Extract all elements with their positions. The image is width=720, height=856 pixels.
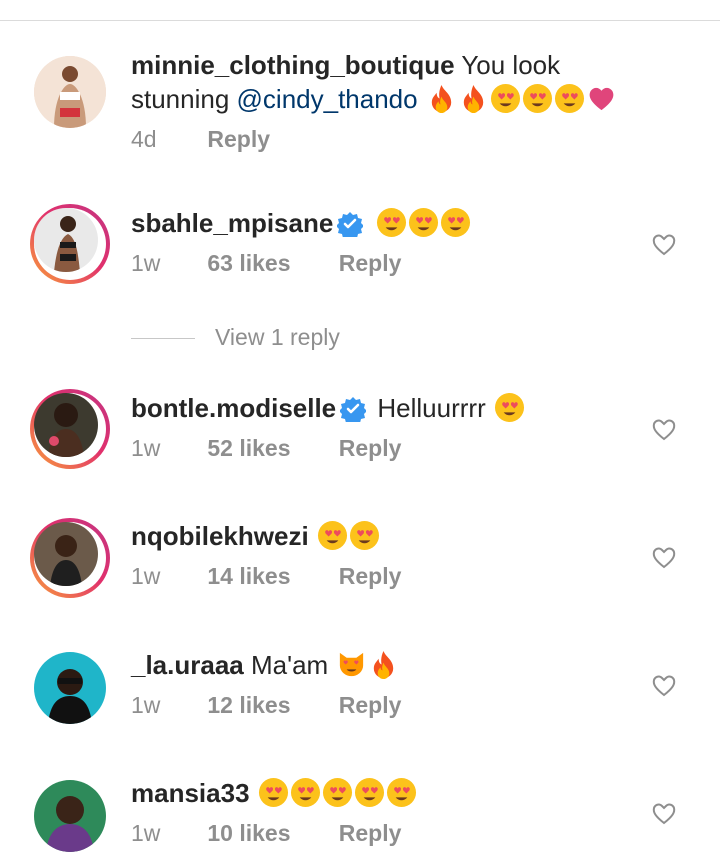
- comment-username[interactable]: mansia33: [131, 778, 250, 808]
- replies-divider: [131, 338, 195, 340]
- verified-badge-icon: [340, 396, 366, 422]
- comment-text: Ma'am: [250, 650, 329, 680]
- heart-eyes-emoji: [349, 520, 380, 551]
- comment-meta: 1w 12 likes Reply: [131, 692, 661, 719]
- comment-timestamp: 4d: [131, 126, 157, 152]
- comment-username[interactable]: nqobilekhwezi: [131, 521, 309, 551]
- heart-eyes-emoji: [317, 520, 348, 551]
- reply-button[interactable]: Reply: [339, 820, 402, 847]
- heart-eyes-emoji: [522, 83, 553, 114]
- mention-link[interactable]: @cindy_thando: [237, 84, 418, 114]
- avatar[interactable]: [30, 389, 110, 469]
- heart-eyes-emoji: [258, 777, 289, 808]
- comment-timestamp: 1w: [131, 250, 161, 276]
- heart-eyes-emoji: [408, 207, 439, 238]
- heart-eyes-emoji: [386, 777, 417, 808]
- comment-username[interactable]: minnie_clothing_boutique: [131, 50, 455, 80]
- top-divider: [0, 20, 720, 21]
- comment-timestamp: 1w: [131, 563, 161, 589]
- comment-meta: 1w 14 likes Reply: [131, 563, 661, 590]
- comment-meta: 1w 63 likes Reply: [131, 250, 661, 277]
- heart-eyes-emoji: [440, 207, 471, 238]
- reply-button[interactable]: Reply: [339, 563, 402, 590]
- reply-button[interactable]: Reply: [339, 250, 402, 277]
- avatar[interactable]: [30, 52, 110, 132]
- fire-emoji: [368, 649, 399, 680]
- like-heart-icon[interactable]: [651, 417, 677, 441]
- heart-eyes-cat-emoji: [336, 649, 367, 680]
- view-replies-button[interactable]: View 1 reply: [131, 324, 340, 351]
- like-heart-icon[interactable]: [651, 232, 677, 256]
- comment-timestamp: 1w: [131, 435, 161, 461]
- comment-text: Helluurrrr: [377, 393, 486, 423]
- reply-button[interactable]: Reply: [207, 126, 270, 153]
- avatar[interactable]: [30, 648, 110, 728]
- comment-timestamp: 1w: [131, 692, 161, 718]
- reply-button[interactable]: Reply: [339, 692, 402, 719]
- like-heart-icon[interactable]: [651, 673, 677, 697]
- heart-eyes-emoji: [376, 207, 407, 238]
- verified-badge-icon: [337, 211, 363, 237]
- heart-eyes-emoji: [554, 83, 585, 114]
- likes-count[interactable]: 63 likes: [207, 250, 332, 277]
- view-replies-label: View 1 reply: [215, 324, 340, 350]
- comment-username[interactable]: _la.uraaa: [131, 650, 244, 680]
- avatar[interactable]: [30, 776, 110, 856]
- pink-heart-emoji: [586, 83, 617, 114]
- comment-meta: 1w 10 likes Reply: [131, 820, 661, 847]
- like-heart-icon[interactable]: [651, 801, 677, 825]
- comment-meta: 4d Reply: [131, 126, 661, 153]
- comment-username[interactable]: bontle.modiselle: [131, 393, 336, 423]
- comment-meta: 1w 52 likes Reply: [131, 435, 661, 462]
- comment-timestamp: 1w: [131, 820, 161, 846]
- heart-eyes-emoji: [354, 777, 385, 808]
- comment-username[interactable]: sbahle_mpisane: [131, 208, 333, 238]
- likes-count[interactable]: 52 likes: [207, 435, 332, 462]
- heart-eyes-emoji: [322, 777, 353, 808]
- likes-count[interactable]: 12 likes: [207, 692, 332, 719]
- heart-eyes-emoji: [290, 777, 321, 808]
- like-heart-icon[interactable]: [651, 545, 677, 569]
- fire-emoji: [426, 83, 457, 114]
- heart-eyes-emoji: [494, 392, 525, 423]
- fire-emoji: [458, 83, 489, 114]
- heart-eyes-emoji: [490, 83, 521, 114]
- avatar[interactable]: [30, 518, 110, 598]
- avatar[interactable]: [30, 204, 110, 284]
- reply-button[interactable]: Reply: [339, 435, 402, 462]
- likes-count[interactable]: 10 likes: [207, 820, 332, 847]
- likes-count[interactable]: 14 likes: [207, 563, 332, 590]
